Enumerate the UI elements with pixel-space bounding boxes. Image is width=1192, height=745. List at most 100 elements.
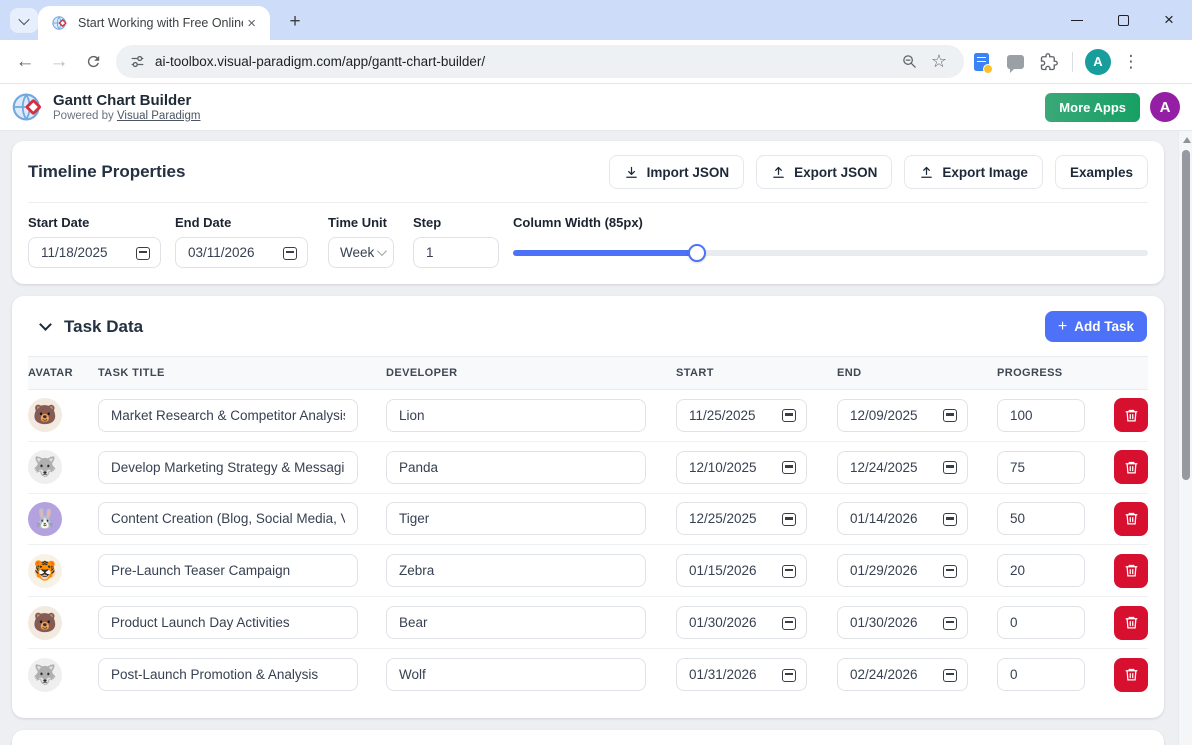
end-date-input[interactable]: 03/11/2026 [175, 237, 308, 268]
column-width-slider[interactable] [513, 237, 1148, 268]
calendar-icon[interactable] [943, 668, 957, 682]
step-input[interactable] [413, 237, 499, 268]
new-tab-button[interactable]: + [282, 9, 308, 35]
export-json-button[interactable]: Export JSON [756, 155, 892, 189]
tab-search-button[interactable] [10, 8, 38, 33]
delete-task-button[interactable] [1114, 502, 1148, 536]
start-date-input[interactable]: 01/30/2026 [676, 606, 807, 639]
progress-input[interactable] [997, 606, 1085, 639]
extensions-button[interactable] [1032, 45, 1066, 79]
export-image-button[interactable]: Export Image [904, 155, 1043, 189]
site-info-icon[interactable] [130, 54, 145, 69]
window-minimize-button[interactable] [1054, 0, 1100, 40]
scrollbar-up-arrow[interactable] [1183, 137, 1191, 143]
task-title-input[interactable] [98, 502, 358, 535]
start-date-input[interactable]: 12/25/2025 [676, 502, 807, 535]
divider [28, 202, 1148, 203]
end-date-input[interactable]: 01/14/2026 [837, 502, 968, 535]
task-title-input[interactable] [98, 399, 358, 432]
reload-button[interactable] [76, 45, 110, 79]
window-maximize-button[interactable] [1100, 0, 1146, 40]
slider-thumb[interactable] [688, 244, 706, 262]
visual-paradigm-link[interactable]: Visual Paradigm [117, 110, 201, 122]
browser-profile-avatar[interactable]: A [1085, 49, 1111, 75]
calendar-icon[interactable] [782, 460, 796, 474]
delete-task-button[interactable] [1114, 658, 1148, 692]
calendar-icon[interactable] [943, 460, 957, 474]
end-date-input[interactable]: 12/09/2025 [837, 399, 968, 432]
start-date-input[interactable]: 12/10/2025 [676, 451, 807, 484]
progress-input[interactable] [997, 658, 1085, 691]
developer-input[interactable] [386, 399, 646, 432]
tab-close-icon[interactable]: × [243, 14, 260, 33]
start-date-input[interactable]: 11/25/2025 [676, 399, 807, 432]
delete-task-button[interactable] [1114, 398, 1148, 432]
browser-menu-button[interactable]: ⋮ [1117, 52, 1145, 72]
calendar-icon[interactable] [943, 616, 957, 630]
task-title-input[interactable] [98, 606, 358, 639]
screen: Start Working with Free Online × + × ← →… [0, 0, 1192, 745]
progress-input[interactable] [997, 554, 1085, 587]
calendar-icon[interactable] [782, 512, 796, 526]
end-date-input[interactable]: 01/30/2026 [837, 606, 968, 639]
developer-input[interactable] [386, 658, 646, 691]
zoom-page-button[interactable] [894, 47, 924, 77]
end-date-value: 01/30/2026 [850, 615, 918, 630]
progress-input[interactable] [997, 451, 1085, 484]
import-json-label: Import JSON [647, 165, 730, 180]
calendar-icon[interactable] [283, 246, 297, 260]
collapse-chevron-icon[interactable] [39, 318, 52, 331]
calendar-icon[interactable] [136, 246, 150, 260]
window-close-button[interactable]: × [1146, 0, 1192, 40]
extension-doc-button[interactable] [964, 45, 998, 79]
add-task-button[interactable]: + Add Task [1045, 311, 1147, 342]
end-date-input[interactable]: 02/24/2026 [837, 658, 968, 691]
calendar-icon[interactable] [782, 408, 796, 422]
extension-chat-button[interactable] [998, 45, 1032, 79]
more-apps-button[interactable]: More Apps [1045, 93, 1140, 122]
address-bar[interactable]: ai-toolbox.visual-paradigm.com/app/gantt… [116, 45, 964, 78]
developer-input[interactable] [386, 502, 646, 535]
trash-icon [1124, 615, 1139, 630]
progress-input[interactable] [997, 399, 1085, 432]
calendar-icon[interactable] [943, 408, 957, 422]
developer-input[interactable] [386, 554, 646, 587]
developer-input[interactable] [386, 451, 646, 484]
end-date-input[interactable]: 12/24/2025 [837, 451, 968, 484]
calendar-icon[interactable] [782, 616, 796, 630]
delete-task-button[interactable] [1114, 450, 1148, 484]
user-avatar[interactable]: A [1150, 92, 1180, 122]
bookmark-button[interactable]: ☆ [924, 47, 954, 77]
developer-input[interactable] [386, 606, 646, 639]
task-title-input[interactable] [98, 554, 358, 587]
forward-button[interactable]: → [42, 45, 76, 79]
chat-icon [1007, 55, 1024, 69]
browser-tab[interactable]: Start Working with Free Online × [38, 6, 270, 40]
task-title-input[interactable] [98, 451, 358, 484]
page-scrollbar[interactable] [1178, 131, 1192, 745]
back-button[interactable]: ← [8, 45, 42, 79]
end-date-input[interactable]: 01/29/2026 [837, 554, 968, 587]
start-date-input[interactable]: 01/15/2026 [676, 554, 807, 587]
url-text[interactable]: ai-toolbox.visual-paradigm.com/app/gantt… [155, 54, 894, 69]
examples-button[interactable]: Examples [1055, 155, 1148, 189]
progress-input[interactable] [997, 502, 1085, 535]
table-row: 🐻 01/30/2026 01/30/2026 [28, 597, 1148, 649]
end-date-label: End Date [175, 215, 308, 230]
calendar-icon[interactable] [782, 668, 796, 682]
column-width-label: Column Width (85px) [513, 215, 1148, 230]
task-data-card: Task Data + Add Task AVATAR TASK TITLE D… [12, 296, 1164, 718]
calendar-icon[interactable] [943, 512, 957, 526]
trash-icon [1124, 511, 1139, 526]
delete-task-button[interactable] [1114, 606, 1148, 640]
scrollbar-thumb[interactable] [1182, 150, 1190, 480]
time-unit-select[interactable]: Week [328, 237, 394, 268]
delete-task-button[interactable] [1114, 554, 1148, 588]
start-date-input[interactable]: 01/31/2026 [676, 658, 807, 691]
import-json-button[interactable]: Import JSON [609, 155, 745, 189]
start-date-input[interactable]: 11/18/2025 [28, 237, 161, 268]
task-title-input[interactable] [98, 658, 358, 691]
app-header: Gantt Chart Builder Powered by Visual Pa… [0, 84, 1192, 131]
calendar-icon[interactable] [943, 564, 957, 578]
calendar-icon[interactable] [782, 564, 796, 578]
